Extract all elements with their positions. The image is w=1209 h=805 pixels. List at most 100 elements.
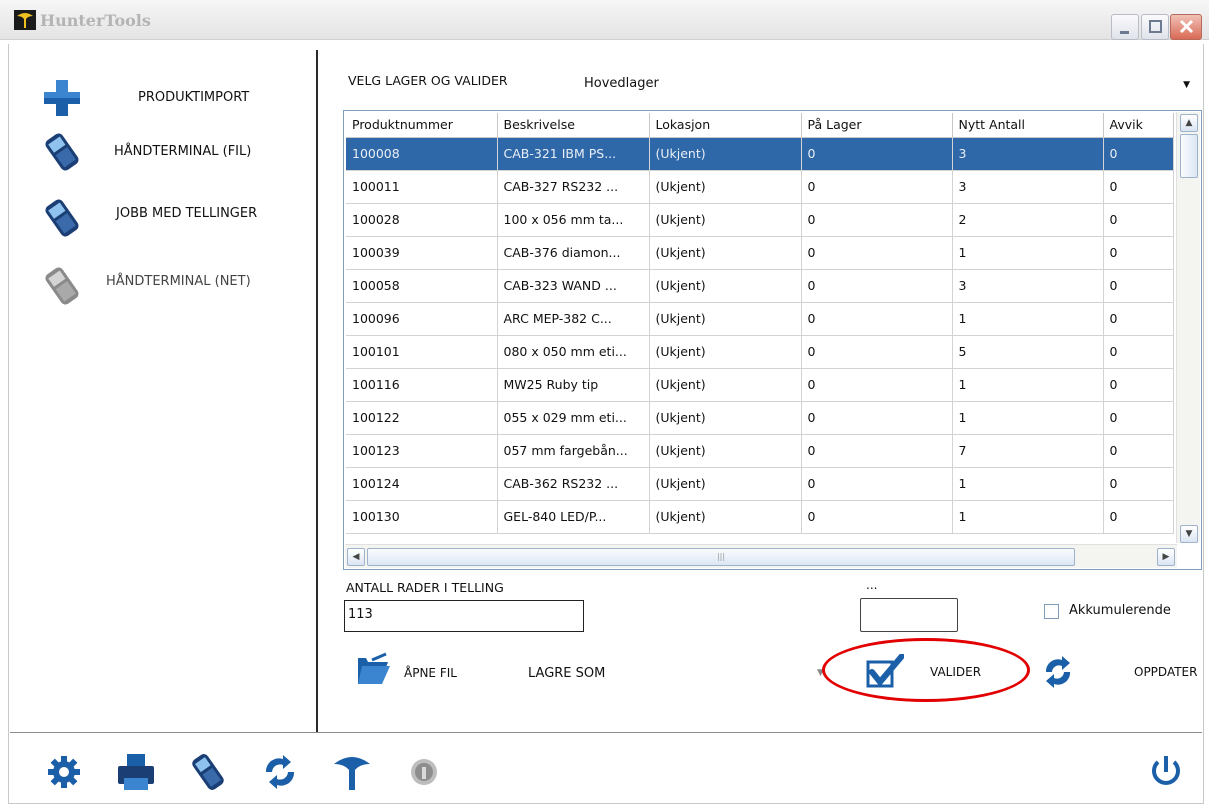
minimize-button[interactable] <box>1111 14 1139 40</box>
sidebar-item-handterminal-net[interactable]: HÅNDTERMINAL (NET) <box>20 258 310 314</box>
table-cell: 100011 <box>346 170 498 204</box>
table-cell: CAB-376 diamon... <box>497 236 650 270</box>
sidebar-item-label: PRODUKTIMPORT <box>138 90 250 105</box>
table-cell: 0 <box>1103 335 1174 369</box>
table-cell: (Ukjent) <box>649 269 802 303</box>
table-row[interactable]: 100028 100 x 056 mm ta... (Ukjent) 0 2 0 <box>346 203 1174 237</box>
horizontal-scrollbar[interactable]: ◀ ||| ▶ <box>345 544 1177 568</box>
printer-icon[interactable] <box>114 752 158 792</box>
table-cell: 0 <box>1103 500 1174 534</box>
table-cell: 100028 <box>346 203 498 237</box>
column-header[interactable]: Beskrivelse <box>497 113 650 138</box>
column-header[interactable]: Nytt Antall <box>952 113 1104 138</box>
refresh-button[interactable]: OPPDATER <box>1134 665 1197 679</box>
table-header-row: Produktnummer Beskrivelse Lokasjon På Lager… <box>346 113 1174 138</box>
table-row[interactable]: 100116 MW25 Ruby tip (Ukjent) 0 1 0 <box>346 368 1174 402</box>
table-cell: 0 <box>801 236 953 270</box>
table-cell: CAB-323 WAND ... <box>497 269 650 303</box>
vertical-scroll-thumb[interactable] <box>1180 134 1198 178</box>
refresh-icon[interactable] <box>258 752 302 792</box>
table-cell: 1 <box>952 401 1104 435</box>
warehouse-selected-value: Hovedlager <box>584 76 659 91</box>
handheld-icon <box>45 199 79 237</box>
handheld-disabled-icon <box>45 267 79 305</box>
table-cell: CAB-327 RS232 ... <box>497 170 650 204</box>
save-as-select[interactable]: LAGRE SOM ▼ <box>520 656 832 692</box>
maximize-icon <box>1149 20 1162 33</box>
scroll-left-icon[interactable]: ◀ <box>347 548 365 566</box>
table-cell: ARC MEP-382 C... <box>497 302 650 336</box>
title-bar <box>0 0 1209 40</box>
table-cell: CAB-321 IBM PS... <box>497 137 650 171</box>
open-folder-icon[interactable] <box>354 652 392 688</box>
table-row[interactable]: 100123 057 mm fargebån... (Ukjent) 0 7 0 <box>346 434 1174 468</box>
table-cell: 0 <box>1103 269 1174 303</box>
column-header[interactable]: Produktnummer <box>346 113 498 138</box>
close-button[interactable] <box>1170 14 1202 40</box>
sidebar-item-jobb-med-tellinger[interactable]: JOBB MED TELLINGER <box>20 190 310 246</box>
product-grid[interactable]: Produktnummer Beskrivelse Lokasjon På Lager… <box>343 110 1202 570</box>
table-cell: 0 <box>801 500 953 534</box>
open-file-button[interactable]: ÅPNE FIL <box>404 666 457 680</box>
table-cell: 0 <box>1103 401 1174 435</box>
sidebar-item-handterminal-fil[interactable]: HÅNDTERMINAL (FIL) <box>20 124 310 180</box>
table-cell: 0 <box>801 302 953 336</box>
vertical-scrollbar[interactable]: ▲ ▼ <box>1176 112 1200 543</box>
table-cell: 100039 <box>346 236 498 270</box>
maximize-button[interactable] <box>1141 14 1169 40</box>
scroll-right-icon[interactable]: ▶ <box>1157 548 1175 566</box>
table-cell: (Ukjent) <box>649 500 802 534</box>
table-cell: 0 <box>801 269 953 303</box>
table-row[interactable]: 100130 GEL-840 LED/P... (Ukjent) 0 1 0 <box>346 500 1174 534</box>
handheld-icon[interactable] <box>186 752 230 792</box>
warehouse-label: VELG LAGER OG VALIDER <box>348 73 508 88</box>
gear-icon[interactable] <box>42 752 86 792</box>
table-cell: 100096 <box>346 302 498 336</box>
info-disabled-icon[interactable] <box>402 752 446 792</box>
close-icon <box>1179 19 1194 34</box>
ellipsis-label: ... <box>866 578 878 592</box>
table-cell: 0 <box>1103 203 1174 237</box>
table-cell: 3 <box>952 170 1104 204</box>
scroll-up-icon[interactable]: ▲ <box>1180 114 1198 132</box>
window-title: HunterTools <box>40 11 151 30</box>
warehouse-select[interactable]: Hovedlager ▼ <box>580 70 1202 100</box>
akkumulerende-label: Akkumulerende <box>1069 603 1171 618</box>
table-cell: (Ukjent) <box>649 467 802 501</box>
table-row[interactable]: 100039 CAB-376 diamon... (Ukjent) 0 1 0 <box>346 236 1174 270</box>
power-icon[interactable] <box>1144 752 1188 792</box>
table-row[interactable]: 100096 ARC MEP-382 C... (Ukjent) 0 1 0 <box>346 302 1174 336</box>
table-cell: 0 <box>801 434 953 468</box>
column-header[interactable]: Avvik <box>1103 113 1174 138</box>
table-row[interactable]: 100058 CAB-323 WAND ... (Ukjent) 0 3 0 <box>346 269 1174 303</box>
row-count-field[interactable]: 113 <box>344 600 584 632</box>
table-row[interactable]: 100122 055 x 029 mm eti... (Ukjent) 0 1 0 <box>346 401 1174 435</box>
table-cell: (Ukjent) <box>649 434 802 468</box>
table-cell: 0 <box>1103 368 1174 402</box>
table-cell: 100 x 056 mm ta... <box>497 203 650 237</box>
column-header[interactable]: Lokasjon <box>649 113 802 138</box>
horizontal-scroll-thumb[interactable]: ||| <box>367 548 1075 566</box>
table-cell: (Ukjent) <box>649 368 802 402</box>
table-cell: 0 <box>1103 302 1174 336</box>
sidebar-item-label: HÅNDTERMINAL (NET) <box>106 274 251 289</box>
table-cell: 0 <box>801 203 953 237</box>
table-row[interactable]: 100011 CAB-327 RS232 ... (Ukjent) 0 3 0 <box>346 170 1174 204</box>
table-cell: 0 <box>801 368 953 402</box>
table-row[interactable]: 100101 080 x 050 mm eti... (Ukjent) 0 5 0 <box>346 335 1174 369</box>
table-cell: 1 <box>952 302 1104 336</box>
plus-icon <box>44 80 80 116</box>
column-header[interactable]: På Lager <box>801 113 953 138</box>
table-cell: 100122 <box>346 401 498 435</box>
akkumulerende-checkbox[interactable] <box>1044 604 1059 619</box>
minimize-icon <box>1120 31 1129 34</box>
table-row[interactable]: 100124 CAB-362 RS232 ... (Ukjent) 0 1 0 <box>346 467 1174 501</box>
refresh-icon[interactable] <box>1038 654 1078 690</box>
scroll-down-icon[interactable]: ▼ <box>1180 525 1198 543</box>
tree-logo-icon[interactable] <box>330 752 374 792</box>
sidebar-item-produktimport[interactable]: PRODUKTIMPORT <box>20 70 310 126</box>
small-input-field[interactable] <box>860 598 958 632</box>
table-row[interactable]: 100008 CAB-321 IBM PS... (Ukjent) 0 3 0 <box>346 137 1174 171</box>
table-cell: 3 <box>952 269 1104 303</box>
table-cell: 1 <box>952 368 1104 402</box>
